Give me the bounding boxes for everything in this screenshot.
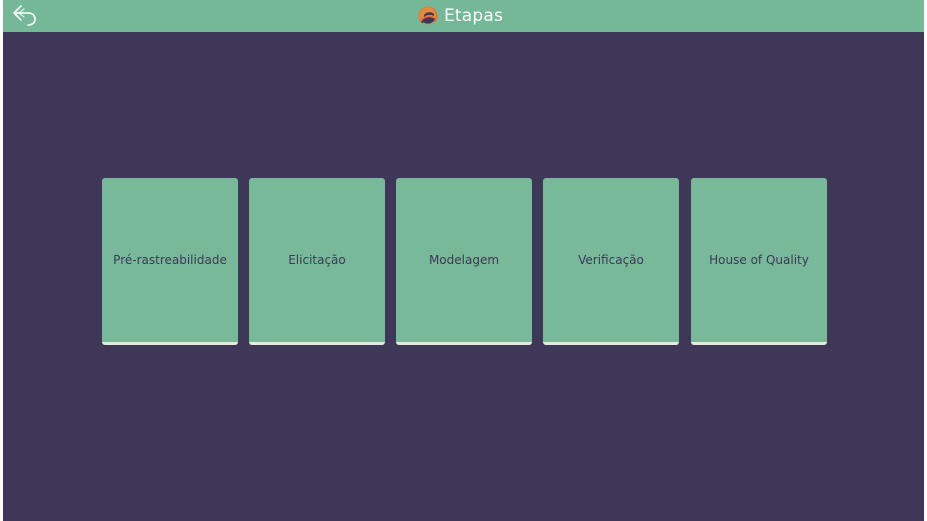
card-label: House of Quality	[709, 253, 809, 267]
app-logo-icon	[418, 6, 438, 26]
card-modelagem[interactable]: Modelagem	[396, 178, 532, 345]
stage-card-row: Pré-rastreabilidade Elicitação Modelagem…	[3, 178, 924, 345]
card-label: Modelagem	[428, 253, 500, 267]
page-title: Etapas	[443, 6, 504, 26]
card-label: Pré-rastreabilidade	[113, 253, 227, 267]
card-house-of-quality[interactable]: House of Quality	[691, 178, 827, 345]
back-arrow-icon	[13, 5, 36, 26]
top-bar: Etapas	[3, 0, 924, 32]
title-group: Etapas	[3, 0, 924, 32]
back-button[interactable]	[11, 3, 39, 29]
card-label: Verificação	[578, 253, 644, 267]
card-elicitacao[interactable]: Elicitação	[249, 178, 385, 345]
card-verificacao[interactable]: Verificação	[543, 178, 679, 345]
card-pre-rastreabilidade[interactable]: Pré-rastreabilidade	[102, 178, 238, 345]
card-label: Elicitação	[288, 253, 346, 267]
app-screen: Etapas Pré-rastreabilidade Elicitação Mo…	[3, 0, 924, 521]
